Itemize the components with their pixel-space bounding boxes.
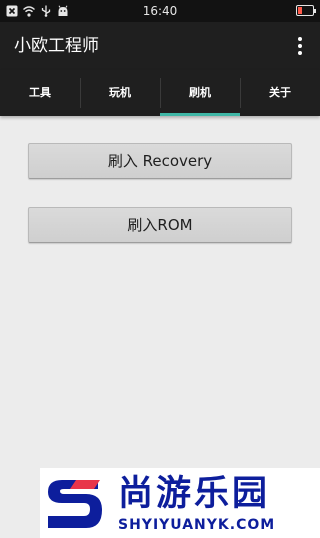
watermark-name: 尚游乐园 <box>118 474 271 514</box>
app-title: 小欧工程师 <box>14 36 99 56</box>
tab-flash[interactable]: 刷机 <box>160 70 240 116</box>
battery-icon <box>296 5 316 16</box>
status-time: 16:40 <box>142 4 178 18</box>
tab-about[interactable]: 关于 <box>240 70 320 116</box>
watermark: 尚游乐园 SHYIYUANYK.COM <box>40 468 320 538</box>
flash-rom-button[interactable]: 刷入ROM <box>28 207 292 243</box>
tab-bar: 工具 玩机 刷机 关于 <box>0 70 320 116</box>
app-bar: 小欧工程师 <box>0 22 320 70</box>
battery-fill <box>298 7 302 14</box>
flash-recovery-button[interactable]: 刷入 Recovery <box>28 143 292 179</box>
menu-dot <box>298 51 302 55</box>
tab-tools[interactable]: 工具 <box>0 70 80 116</box>
menu-dot <box>298 44 302 48</box>
watermark-logo-icon <box>48 480 102 528</box>
watermark-url: SHYIYUANYK.COM <box>118 517 276 533</box>
menu-dot <box>298 37 302 41</box>
status-bar: 16:40 <box>0 0 320 22</box>
tab-play[interactable]: 玩机 <box>80 70 160 116</box>
overflow-menu-icon[interactable] <box>290 36 310 56</box>
